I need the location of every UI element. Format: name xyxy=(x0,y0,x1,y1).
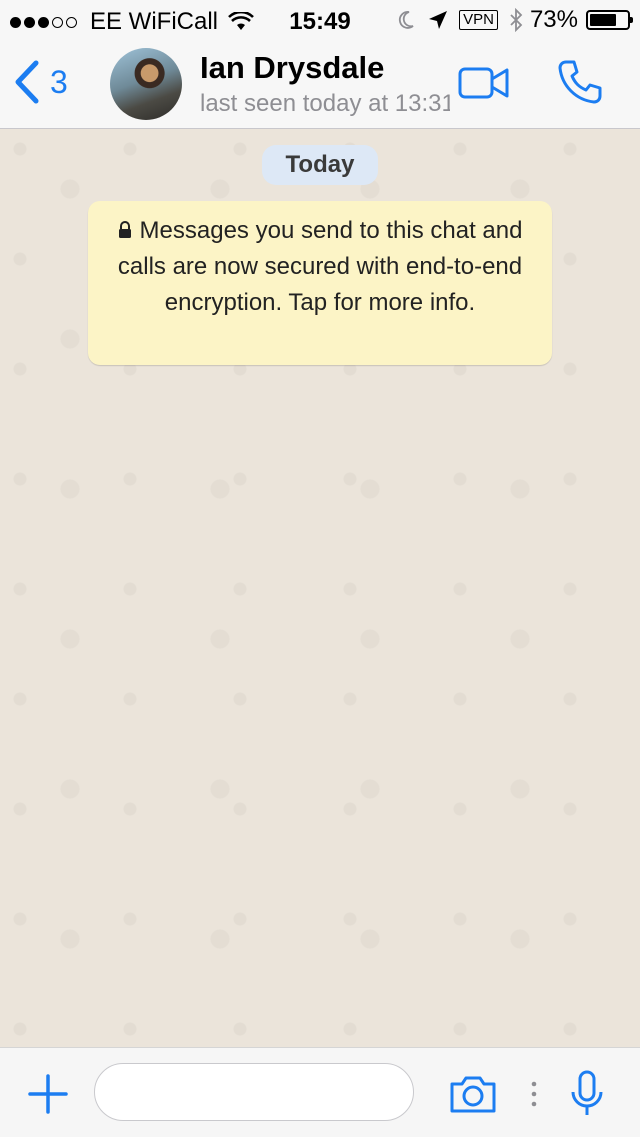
phone-icon xyxy=(558,60,602,104)
location-arrow-icon xyxy=(429,11,448,29)
video-camera-icon xyxy=(458,67,509,99)
vpn-badge: VPN xyxy=(459,10,498,30)
battery-percent: 73% xyxy=(529,6,578,33)
date-separator: Today xyxy=(262,145,378,185)
encryption-notice-text: Messages you send to this chat and calls… xyxy=(117,217,523,316)
encryption-notice[interactable]: Messages you send to this chat and calls… xyxy=(88,201,552,365)
battery-icon xyxy=(586,10,633,30)
camera-button[interactable] xyxy=(448,1074,498,1119)
camera-icon xyxy=(450,1076,496,1113)
plus-icon xyxy=(28,1074,68,1114)
contact-name[interactable]: Ian Drysdale xyxy=(200,50,384,86)
back-button[interactable]: 3 xyxy=(14,60,68,104)
lock-icon xyxy=(118,220,131,238)
status-bar: EE WiFiCall 15:49 VPN 73% xyxy=(0,0,640,40)
bluetooth-icon xyxy=(510,8,523,32)
voice-message-button[interactable] xyxy=(570,1070,604,1123)
input-bar xyxy=(0,1047,640,1137)
attach-button[interactable] xyxy=(28,1074,68,1119)
more-button[interactable] xyxy=(530,1080,538,1113)
contact-last-seen: last seen today at 13:31 xyxy=(200,90,450,117)
microphone-icon xyxy=(571,1070,603,1115)
chat-header: 3 Ian Drysdale last seen today at 13:31 xyxy=(0,40,640,129)
back-chevron-icon xyxy=(15,60,39,104)
more-dots-icon xyxy=(531,1081,537,1107)
video-call-button[interactable] xyxy=(458,66,510,105)
chat-area[interactable]: Today Messages you send to this chat and… xyxy=(0,129,640,1047)
message-input[interactable] xyxy=(94,1063,414,1121)
avatar[interactable] xyxy=(110,48,182,120)
moon-icon xyxy=(399,11,414,29)
voice-call-button[interactable] xyxy=(556,58,604,111)
unread-count: 3 xyxy=(50,63,68,100)
